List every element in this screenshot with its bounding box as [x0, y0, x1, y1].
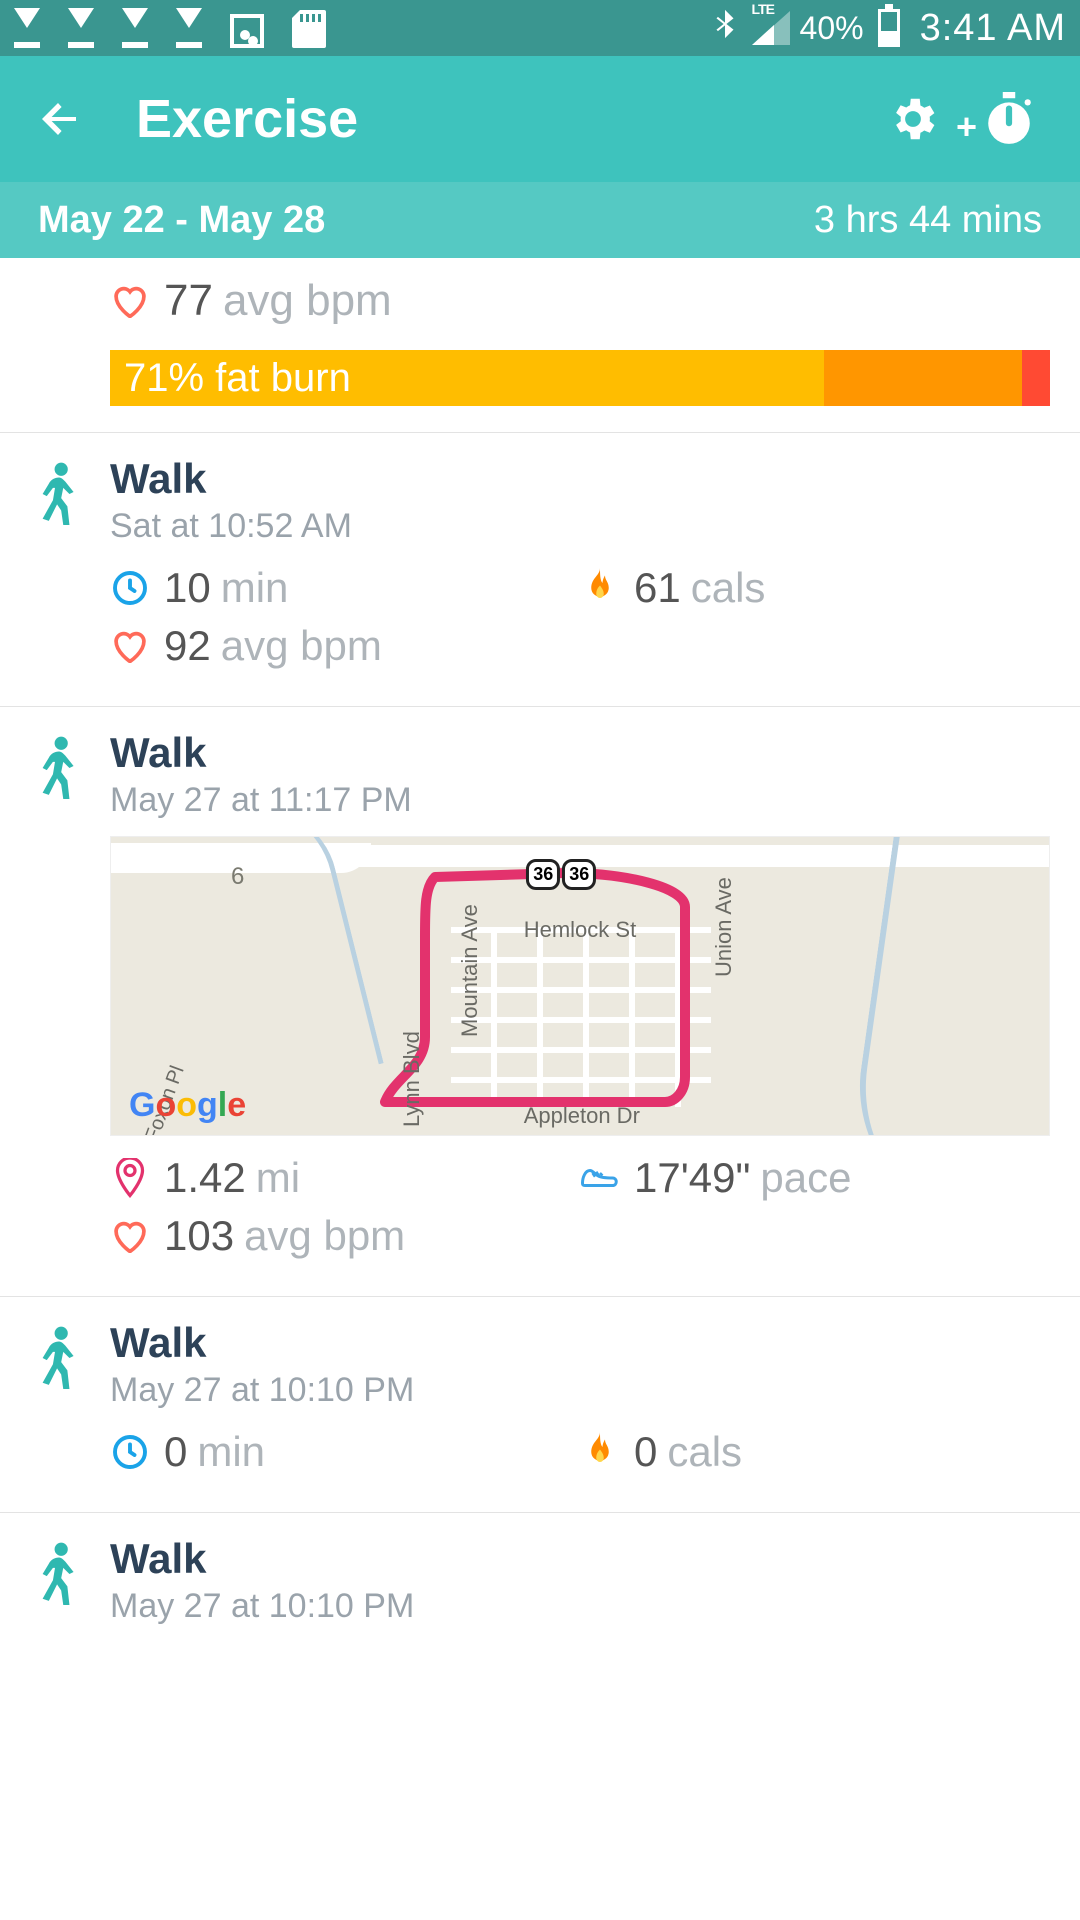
- back-button[interactable]: [36, 89, 96, 149]
- calories-value: 0: [634, 1428, 657, 1476]
- plus-icon: +: [956, 106, 977, 148]
- walk-icon: [30, 461, 80, 680]
- bpm-value: 92: [164, 622, 211, 670]
- route-badge: 36 36: [526, 859, 596, 890]
- settings-button[interactable]: [878, 84, 948, 154]
- image-icon: [230, 14, 264, 48]
- pace-unit: pace: [760, 1154, 851, 1202]
- exercise-list[interactable]: 77 avg bpm 71% fat burn Walk Sat at: [0, 258, 1080, 1652]
- stat-pace: 17'49" pace: [580, 1154, 1050, 1202]
- clock-icon: [110, 568, 150, 608]
- stat-heart-rate: 77 avg bpm: [110, 276, 1050, 326]
- location-pin-icon: [110, 1158, 150, 1198]
- download-icon: [68, 8, 94, 48]
- exercise-item[interactable]: Walk May 27 at 10:10 PM 0 min 0 cals: [0, 1297, 1080, 1513]
- activity-subtitle: Sat at 10:52 AM: [110, 507, 1050, 546]
- calories-unit: cals: [691, 564, 766, 612]
- exercise-item[interactable]: Walk May 27 at 10:10 PM: [0, 1513, 1080, 1652]
- duration-unit: min: [197, 1428, 265, 1476]
- map-label: Lynn Blvd: [399, 1031, 425, 1127]
- status-left: [14, 8, 326, 48]
- heart-icon: [110, 281, 150, 321]
- add-exercise-button[interactable]: +: [974, 84, 1044, 154]
- clock-icon: [110, 1432, 150, 1472]
- map-label: Appleton Dr: [524, 1103, 640, 1129]
- duration-value: 0: [164, 1428, 187, 1476]
- app-bar: Exercise +: [0, 56, 1080, 182]
- bpm-value: 103: [164, 1212, 234, 1260]
- back-arrow-icon: [36, 95, 84, 143]
- flame-icon: [580, 568, 620, 608]
- walk-icon: [30, 1541, 80, 1626]
- google-logo: Google: [129, 1086, 246, 1125]
- status-right: LTE 40% 3:41 AM: [708, 4, 1066, 53]
- stat-calories: 0 cals: [580, 1428, 1050, 1476]
- page-title: Exercise: [136, 88, 852, 150]
- stat-heart-rate: 103 avg bpm: [110, 1212, 1050, 1260]
- date-summary-bar[interactable]: May 22 - May 28 3 hrs 44 mins: [0, 182, 1080, 258]
- battery-icon: [878, 9, 900, 47]
- gear-icon: [886, 92, 940, 146]
- sdcard-icon: [292, 10, 326, 48]
- duration-unit: min: [221, 564, 289, 612]
- distance-unit: mi: [256, 1154, 300, 1202]
- status-clock: 3:41 AM: [920, 7, 1066, 50]
- map-label: Union Ave: [711, 877, 737, 977]
- signal-icon: LTE: [752, 11, 790, 45]
- walk-icon: [30, 1325, 80, 1486]
- map-label: Hemlock St: [524, 917, 636, 943]
- bluetooth-icon: [708, 4, 742, 53]
- download-icon: [14, 8, 40, 48]
- exercise-item[interactable]: Walk Sat at 10:52 AM 10 min 61 cals: [0, 433, 1080, 707]
- distance-value: 1.42: [164, 1154, 246, 1202]
- activity-subtitle: May 27 at 10:10 PM: [110, 1587, 1050, 1626]
- download-icon: [176, 8, 202, 48]
- stat-calories: 61 cals: [580, 564, 1050, 612]
- date-range: May 22 - May 28: [38, 199, 325, 242]
- route-map[interactable]: 6 36 36 Hemlock St Appleton Dr Mountain …: [110, 836, 1050, 1136]
- activity-title: Walk: [110, 729, 1050, 777]
- status-bar: LTE 40% 3:41 AM: [0, 0, 1080, 56]
- calories-unit: cals: [667, 1428, 742, 1476]
- activity-subtitle: May 27 at 10:10 PM: [110, 1371, 1050, 1410]
- stat-duration: 10 min: [110, 564, 580, 612]
- activity-title: Walk: [110, 1319, 1050, 1367]
- bpm-unit: avg bpm: [221, 622, 382, 670]
- download-icon: [122, 8, 148, 48]
- stopwatch-icon: [984, 92, 1034, 146]
- shoe-icon: [580, 1158, 620, 1198]
- map-label: 6: [231, 863, 244, 891]
- duration-value: 10: [164, 564, 211, 612]
- heart-icon: [110, 626, 150, 666]
- stat-heart-rate: 92 avg bpm: [110, 622, 1050, 670]
- bpm-value: 77: [164, 276, 213, 326]
- exercise-item-partial[interactable]: 77 avg bpm 71% fat burn: [0, 258, 1080, 433]
- total-duration: 3 hrs 44 mins: [814, 199, 1042, 242]
- battery-percent: 40%: [800, 10, 864, 47]
- fat-burn-label: 71% fat burn: [124, 356, 351, 401]
- activity-subtitle: May 27 at 11:17 PM: [110, 781, 1050, 820]
- map-label: Mountain Ave: [457, 904, 483, 1037]
- pace-value: 17'49": [634, 1154, 750, 1202]
- heart-icon: [110, 1216, 150, 1256]
- stat-duration: 0 min: [110, 1428, 580, 1476]
- bpm-unit: avg bpm: [244, 1212, 405, 1260]
- flame-icon: [580, 1432, 620, 1472]
- stat-distance: 1.42 mi: [110, 1154, 580, 1202]
- calories-value: 61: [634, 564, 681, 612]
- activity-title: Walk: [110, 455, 1050, 503]
- activity-title: Walk: [110, 1535, 1050, 1583]
- exercise-item[interactable]: Walk May 27 at 11:17 PM 6 36 36 Hemlock …: [0, 707, 1080, 1297]
- walk-icon: [30, 735, 80, 1270]
- fat-burn-bar: 71% fat burn: [110, 350, 1050, 406]
- bpm-unit: avg bpm: [223, 276, 392, 326]
